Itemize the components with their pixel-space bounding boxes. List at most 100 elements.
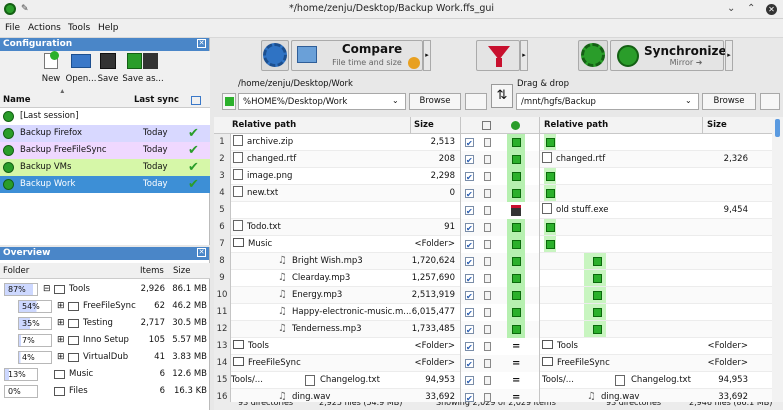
left-file-row[interactable]: FreeFileSync <Folder> xyxy=(231,355,460,372)
filter-button[interactable] xyxy=(476,40,520,71)
sync-action-cell[interactable] xyxy=(461,219,539,236)
include-checkbox[interactable] xyxy=(465,288,474,304)
include-checkbox[interactable] xyxy=(465,339,474,355)
sync-action-cell[interactable] xyxy=(461,287,539,304)
left-file-row[interactable]: archive.zip 2,513 xyxy=(231,134,460,151)
sync-action-cell[interactable] xyxy=(461,304,539,321)
left-file-row[interactable]: ♫ Happy-electronic-music.m... 6,015,477 xyxy=(231,304,460,321)
overview-row[interactable]: 4% ⊞ VirtualDub 41 3.83 MB xyxy=(0,349,210,366)
menu-file[interactable]: File xyxy=(5,23,20,33)
config-item[interactable]: [Last session] xyxy=(0,108,210,125)
sync-dropdown-arrow[interactable]: ▸ xyxy=(725,40,733,71)
include-checkbox[interactable] xyxy=(465,271,474,287)
close-overview-icon[interactable]: ✕ xyxy=(197,248,206,257)
config-item[interactable]: Backup Work Today ✔ xyxy=(0,176,210,193)
left-file-row[interactable]: ♫ Bright Wish.mp3 1,720,624 xyxy=(231,253,460,270)
left-file-row[interactable]: ♫ Energy.mp3 2,513,919 xyxy=(231,287,460,304)
include-checkbox[interactable] xyxy=(465,186,474,202)
config-item[interactable]: Backup VMs Today ✔ xyxy=(0,159,210,176)
sync-action-cell[interactable]: = xyxy=(461,355,539,372)
include-checkbox[interactable] xyxy=(465,203,474,219)
compare-settings-button[interactable] xyxy=(261,40,289,71)
right-file-row[interactable] xyxy=(540,134,772,151)
overview-row[interactable]: 13% Music 6 12.6 MB xyxy=(0,366,210,383)
menu-tools[interactable]: Tools xyxy=(68,23,90,33)
left-file-row[interactable]: Todo.txt 91 xyxy=(231,219,460,236)
left-file-row[interactable]: ♫ Tenderness.mp3 1,733,485 xyxy=(231,321,460,338)
add-folder-pair-button[interactable] xyxy=(222,93,236,110)
sync-action-cell[interactable] xyxy=(461,134,539,151)
right-file-row[interactable] xyxy=(540,253,772,270)
config-item[interactable]: Backup Firefox Today ✔ xyxy=(0,125,210,142)
left-folder-input[interactable] xyxy=(238,93,406,110)
sync-action-cell[interactable]: = xyxy=(461,338,539,355)
right-file-row[interactable]: FreeFileSync <Folder> xyxy=(540,355,772,372)
save-config-button[interactable]: Save xyxy=(97,53,119,84)
left-file-row[interactable]: Music <Folder> xyxy=(231,236,460,253)
right-path-dropdown-icon[interactable]: ⌄ xyxy=(685,96,692,105)
sync-action-cell[interactable] xyxy=(461,253,539,270)
sync-action-cell[interactable] xyxy=(461,270,539,287)
overview-row[interactable]: 0% Files 6 16.3 KB xyxy=(0,383,210,400)
left-file-row[interactable]: ♫ Clearday.mp3 1,257,690 xyxy=(231,270,460,287)
left-file-row[interactable]: Tools/... Changelog.txt 94,953 xyxy=(231,372,460,389)
include-checkbox[interactable] xyxy=(465,305,474,321)
expand-icon[interactable]: ⊞ xyxy=(57,349,65,366)
sync-action-cell[interactable] xyxy=(461,321,539,338)
left-file-row[interactable]: new.txt 0 xyxy=(231,185,460,202)
column-options-icon[interactable] xyxy=(191,96,201,105)
include-checkbox[interactable] xyxy=(465,356,474,372)
sync-action-cell[interactable] xyxy=(461,185,539,202)
expand-icon[interactable]: ⊞ xyxy=(57,298,65,315)
include-checkbox[interactable] xyxy=(465,373,474,389)
include-checkbox[interactable] xyxy=(465,169,474,185)
expand-icon[interactable]: ⊞ xyxy=(57,315,65,332)
right-file-row[interactable] xyxy=(540,219,772,236)
close-icon[interactable]: ✕ xyxy=(766,4,777,15)
close-panel-icon[interactable]: ✕ xyxy=(197,39,206,48)
menu-actions[interactable]: Actions xyxy=(28,23,61,33)
right-file-row[interactable] xyxy=(540,270,772,287)
sync-action-cell[interactable] xyxy=(461,151,539,168)
right-file-row[interactable]: Tools <Folder> xyxy=(540,338,772,355)
left-file-row[interactable]: changed.rtf 208 xyxy=(231,151,460,168)
right-file-row[interactable] xyxy=(540,321,772,338)
save-as-config-button[interactable]: Save as... xyxy=(118,53,168,84)
right-file-row[interactable]: Tools/... Changelog.txt 94,953 xyxy=(540,372,772,389)
right-folder-input[interactable] xyxy=(516,93,699,110)
menu-help[interactable]: Help xyxy=(98,23,119,33)
sync-settings-button[interactable] xyxy=(578,40,608,71)
include-checkbox[interactable] xyxy=(465,135,474,151)
maximize-icon[interactable]: ⌃ xyxy=(747,3,755,14)
compare-button[interactable]: Compare File time and size xyxy=(291,40,423,71)
sync-action-cell[interactable] xyxy=(461,202,539,219)
left-file-row[interactable]: image.png 2,298 xyxy=(231,168,460,185)
left-file-row[interactable] xyxy=(231,202,460,219)
config-item[interactable]: Backup FreeFileSync Today ✔ xyxy=(0,142,210,159)
filter-dropdown-arrow[interactable]: ▸ xyxy=(520,40,528,71)
synchronize-button[interactable]: Synchronize Mirror ➜ xyxy=(610,40,727,71)
left-file-row[interactable]: Tools <Folder> xyxy=(231,338,460,355)
sync-action-cell[interactable] xyxy=(461,236,539,253)
sync-column-icon[interactable] xyxy=(511,121,520,130)
sync-action-cell[interactable] xyxy=(461,168,539,185)
overview-row[interactable]: 54% ⊞ FreeFileSync 62 46.2 MB xyxy=(0,298,210,315)
expand-icon[interactable]: ⊞ xyxy=(57,332,65,349)
include-checkbox[interactable] xyxy=(465,322,474,338)
overview-row[interactable]: 7% ⊞ Inno Setup 105 5.57 MB xyxy=(0,332,210,349)
swap-sides-button[interactable]: ⇅ xyxy=(491,84,513,108)
include-checkbox[interactable] xyxy=(465,152,474,168)
include-checkbox[interactable] xyxy=(465,237,474,253)
include-checkbox[interactable] xyxy=(465,390,474,406)
overview-row[interactable]: 35% ⊞ Testing 2,717 30.5 MB xyxy=(0,315,210,332)
right-file-row[interactable]: old stuff.exe 9,454 xyxy=(540,202,772,219)
left-path-dropdown-icon[interactable]: ⌄ xyxy=(392,96,399,105)
right-browse-button[interactable]: Browse xyxy=(702,93,756,110)
new-config-button[interactable]: New xyxy=(40,51,62,84)
open-config-button[interactable]: Open... xyxy=(65,53,97,84)
include-checkbox[interactable] xyxy=(465,220,474,236)
right-file-row[interactable] xyxy=(540,168,772,185)
expand-icon[interactable]: ⊟ xyxy=(43,281,51,298)
right-file-row[interactable] xyxy=(540,287,772,304)
right-file-row[interactable] xyxy=(540,236,772,253)
